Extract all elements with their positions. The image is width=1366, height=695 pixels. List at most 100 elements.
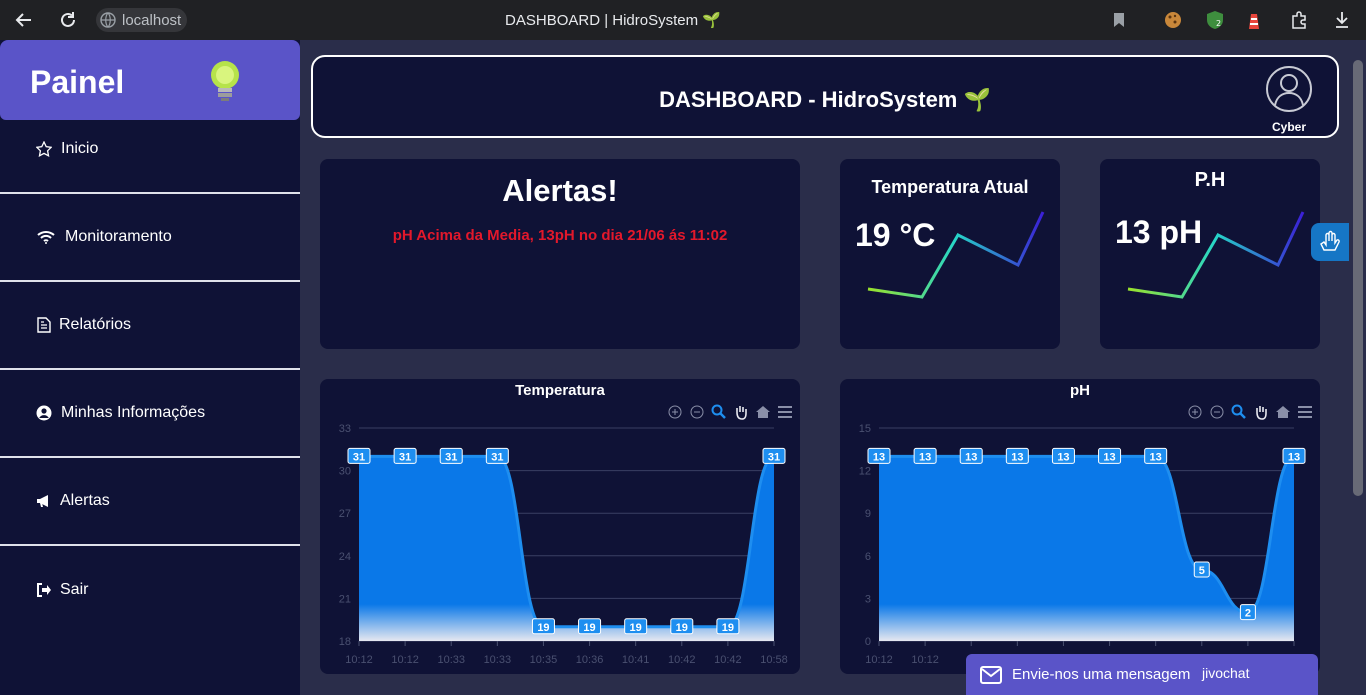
data-label: 19 (722, 622, 734, 634)
temperature-card: Temperatura Atual 19 °C (840, 159, 1060, 349)
sidebar: Painel Inicio Monitoramento Relatórios M… (0, 40, 300, 695)
sidebar-item-minhas-informacoes[interactable]: Minhas Informações (0, 370, 300, 458)
app: Painel Inicio Monitoramento Relatórios M… (0, 40, 1366, 695)
y-tick-label: 12 (859, 466, 871, 478)
ph-sparkline (1127, 211, 1305, 299)
extensions-icon[interactable] (1288, 9, 1310, 31)
x-tick-label: 10:36 (576, 654, 604, 666)
series-area (879, 456, 1294, 641)
y-tick-label: 30 (339, 466, 351, 478)
sidebar-item-label: Inicio (61, 140, 99, 157)
sidebar-title: Painel (30, 64, 125, 100)
data-label: 2 (1245, 608, 1251, 620)
avatar[interactable] (1265, 65, 1313, 113)
sidebar-item-label: Alertas (60, 492, 110, 509)
data-label: 31 (399, 451, 411, 463)
y-tick-label: 24 (339, 551, 351, 563)
svg-text:2: 2 (1216, 19, 1221, 28)
data-label: 19 (630, 622, 642, 634)
hand-sign-icon (1320, 230, 1340, 251)
data-label: 13 (965, 451, 977, 463)
logout-icon (35, 581, 53, 599)
document-icon (35, 316, 53, 334)
y-tick-label: 9 (865, 508, 871, 520)
lighthouse-icon[interactable] (1243, 9, 1265, 31)
user-circle-icon (35, 404, 53, 422)
y-tick-label: 6 (865, 551, 871, 563)
browser-toolbar: localhost DASHBOARD | HidroSystem 🌱 2 (0, 0, 1366, 40)
sidebar-item-sair[interactable]: Sair (0, 546, 300, 634)
accessibility-button[interactable] (1311, 223, 1349, 261)
x-tick-label: 10:12 (865, 654, 893, 666)
ph-chart: 0 3 6 9 12 15 10:12 10:12 13 13 13 13 13 13 13 5 2 13 (859, 423, 1306, 666)
dashboard-header: DASHBOARD - HidroSystem 🌱 Cyber (311, 55, 1339, 138)
alerts-card: Alertas! pH Acima da Media, 13pH no dia … (320, 159, 800, 349)
user-name: Cyber (1271, 120, 1306, 134)
x-tick-label: 10:42 (668, 654, 696, 666)
y-tick-label: 3 (865, 593, 871, 605)
data-label: 31 (768, 451, 780, 463)
data-label: 31 (491, 451, 503, 463)
data-label: 13 (1011, 451, 1023, 463)
bookmark-icon[interactable] (1108, 9, 1130, 31)
x-tick-label: 10:12 (345, 654, 373, 666)
alerts-title: Alertas! (502, 173, 618, 208)
alert-message: pH Acima da Media, 13pH no dia 21/06 ás … (392, 227, 728, 244)
temperature-chart: 18 21 24 27 30 33 10:12 10:12 10:33 10:33 10:35 10:… (339, 423, 788, 666)
y-tick-label: 18 (339, 636, 351, 648)
data-label: 31 (445, 451, 457, 463)
wifi-icon (37, 228, 55, 246)
sidebar-item-monitoramento[interactable]: Monitoramento (0, 194, 300, 282)
temperature-sparkline (867, 211, 1045, 299)
star-icon (35, 140, 53, 158)
x-tick-label: 10:33 (437, 654, 465, 666)
sidebar-item-label: Relatórios (59, 316, 132, 333)
x-tick-label: 10:12 (911, 654, 939, 666)
y-tick-label: 33 (339, 423, 351, 435)
tab-title: DASHBOARD | HidroSystem 🌱 (505, 12, 721, 29)
scrollbar-thumb[interactable] (1353, 60, 1363, 496)
data-label: 19 (537, 622, 549, 634)
page-title: DASHBOARD - HidroSystem 🌱 (659, 87, 991, 112)
data-label: 13 (1150, 451, 1162, 463)
data-label: 13 (1103, 451, 1115, 463)
mail-icon (980, 665, 1002, 684)
data-label: 13 (919, 451, 931, 463)
temperature-chart-card: Temperatura 18 21 24 27 30 33 10:12 10:12 10:33 1… (320, 379, 800, 674)
data-label: 19 (676, 622, 688, 634)
sidebar-item-relatorios[interactable]: Relatórios (0, 282, 300, 370)
x-tick-label: 10:12 (391, 654, 419, 666)
chat-button[interactable]: Envie-nos uma mensagem jivochat (966, 654, 1318, 695)
y-tick-label: 15 (859, 423, 871, 435)
x-tick-label: 10:58 (760, 654, 788, 666)
ph-chart-card: pH 0 3 6 9 12 15 10:12 10:12 13 13 13 13 13 13 13 5 2 13 (840, 379, 1320, 674)
x-tick-label: 10:33 (484, 654, 512, 666)
y-tick-label: 0 (865, 636, 871, 648)
sidebar-item-inicio[interactable]: Inicio (0, 106, 300, 194)
y-tick-label: 27 (339, 508, 351, 520)
megaphone-icon (35, 492, 53, 510)
sidebar-item-alertas[interactable]: Alertas (0, 458, 300, 546)
sidebar-item-label: Sair (60, 581, 89, 598)
data-label: 13 (873, 451, 885, 463)
data-label: 13 (1057, 451, 1069, 463)
sidebar-item-label: Monitoramento (65, 228, 172, 245)
x-tick-label: 10:41 (622, 654, 650, 666)
scrollbar[interactable] (1350, 40, 1366, 695)
y-tick-label: 21 (339, 593, 351, 605)
data-label: 13 (1288, 451, 1300, 463)
ph-card: P.H 13 pH (1100, 159, 1320, 349)
main-content: DASHBOARD - HidroSystem 🌱 Cyber Alertas!… (300, 40, 1350, 695)
chat-label: Envie-nos uma mensagem (1012, 666, 1191, 683)
data-label: 19 (583, 622, 595, 634)
cookie-icon[interactable] (1162, 9, 1184, 31)
download-icon[interactable] (1331, 9, 1353, 31)
sidebar-item-label: Minhas Informações (61, 404, 206, 421)
lightbulb-icon (211, 61, 239, 101)
data-label: 31 (353, 451, 365, 463)
shield-extension-icon[interactable]: 2 (1204, 9, 1226, 31)
x-tick-label: 10:35 (530, 654, 558, 666)
series-area (359, 456, 774, 641)
x-tick-label: 10:42 (714, 654, 742, 666)
chat-brand: jivochat (1202, 665, 1250, 681)
